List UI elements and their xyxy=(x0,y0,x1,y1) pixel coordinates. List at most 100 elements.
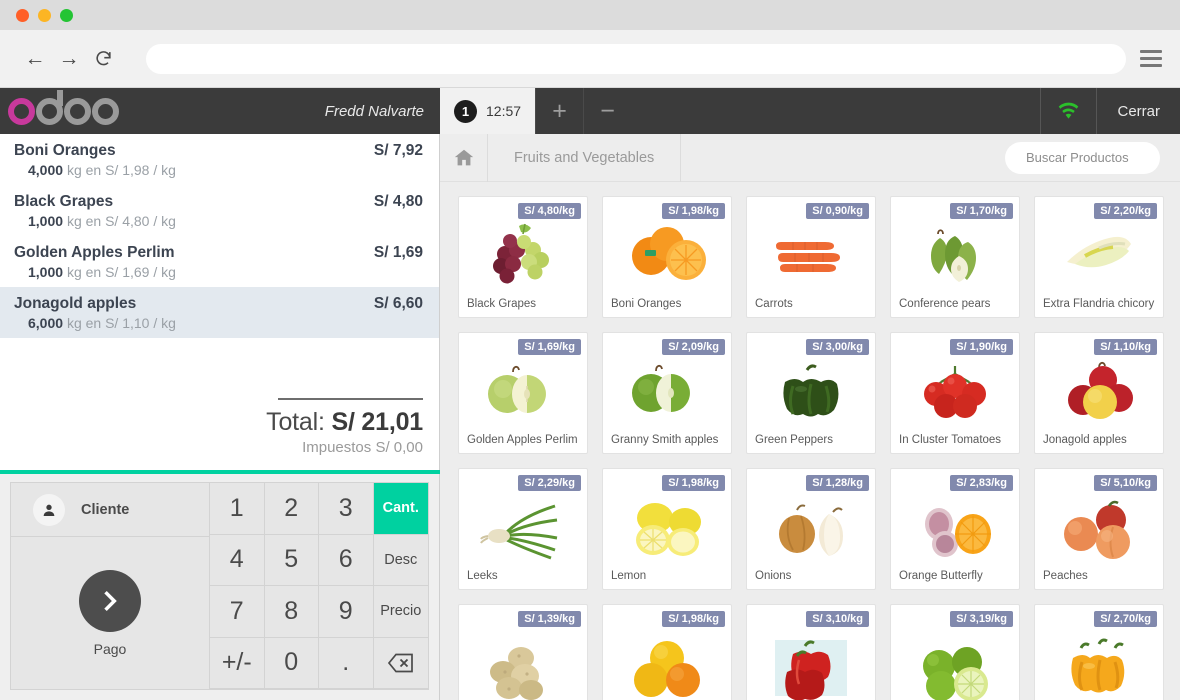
order-line-price: S/ 1,69 xyxy=(373,244,423,261)
payment-button[interactable]: Pago xyxy=(11,537,209,689)
product-name: Orange Butterfly xyxy=(899,570,983,582)
numpad-key-[interactable]: . xyxy=(319,637,374,689)
product-card[interactable]: S/ 2,83/kg Orange Butterfly xyxy=(890,468,1020,590)
order-line[interactable]: Boni Oranges S/ 7,92 4,000 kg en S/ 1,98 /… xyxy=(0,134,439,185)
arrow-left-icon[interactable]: ← xyxy=(18,42,52,76)
product-name: Extra Flandria chicory xyxy=(1043,298,1155,310)
product-name: Carrots xyxy=(755,298,793,310)
product-price-badge: S/ 1,69/kg xyxy=(518,339,581,355)
reload-icon[interactable] xyxy=(86,42,120,76)
numpad-key-8[interactable]: 8 xyxy=(264,586,319,638)
numeric-keypad: 1 2 3 Cant. 4 5 6 Desc 7 8 9 Precio +/- 0. xyxy=(210,482,429,690)
product-search-box[interactable] xyxy=(1005,141,1180,174)
product-name: Leeks xyxy=(467,570,498,582)
product-card[interactable]: S/ 2,09/kg Granny Smith apples xyxy=(602,332,732,454)
product-price-badge: S/ 0,90/kg xyxy=(806,203,869,219)
numpad-key-precio[interactable]: Precio xyxy=(373,586,428,638)
search-input[interactable] xyxy=(1026,150,1180,165)
select-customer-button[interactable]: Cliente xyxy=(11,483,209,537)
product-price-badge: S/ 2,09/kg xyxy=(662,339,725,355)
product-price-badge: S/ 1,98/kg xyxy=(662,475,725,491)
add-order-button[interactable]: + xyxy=(535,88,583,134)
numpad-key-5[interactable]: 5 xyxy=(264,534,319,586)
tax-value: S/ 0,00 xyxy=(375,439,423,456)
product-card[interactable]: S/ 1,90/kg In Cluster Tomatoes xyxy=(890,332,1020,454)
product-card[interactable]: S/ 2,70/kg xyxy=(1034,604,1164,700)
window-close-button[interactable] xyxy=(16,8,29,22)
numpad-key-3[interactable]: 3 xyxy=(319,483,374,535)
product-name: Jonagold apples xyxy=(1043,434,1127,446)
wifi-icon[interactable] xyxy=(1040,88,1096,134)
product-card[interactable]: S/ 1,28/kg Onions xyxy=(746,468,876,590)
product-price-badge: S/ 2,70/kg xyxy=(1094,611,1157,627)
remove-order-button[interactable]: − xyxy=(583,88,631,134)
product-price-badge: S/ 2,29/kg xyxy=(518,475,581,491)
order-tab-1[interactable]: 1 12:57 xyxy=(440,88,536,134)
browser-titlebar xyxy=(0,0,1180,30)
numpad-key-[interactable]: +/- xyxy=(210,637,265,689)
product-card[interactable]: S/ 5,10/kg Peaches xyxy=(1034,468,1164,590)
product-price-badge: S/ 3,00/kg xyxy=(806,339,869,355)
order-line-name: Boni Oranges xyxy=(14,142,116,159)
product-card[interactable]: S/ 1,10/kg Jonagold apples xyxy=(1034,332,1164,454)
product-card[interactable]: S/ 3,10/kg xyxy=(746,604,876,700)
window-minimize-button[interactable] xyxy=(38,8,51,22)
product-name: Black Grapes xyxy=(467,298,537,310)
order-totals: Total: S/ 21,01 Impuestos S/ 0,00 xyxy=(0,386,440,470)
numpad-panel: Cliente Pago 1 2 3 Cant. 4 5 6 Desc 7 8 9 Precio +/-… xyxy=(0,474,440,700)
numpad-key-cant[interactable]: Cant. xyxy=(373,483,428,535)
product-price-badge: S/ 2,83/kg xyxy=(950,475,1013,491)
actions-column: Cliente Pago xyxy=(10,482,210,690)
product-price-badge: S/ 3,19/kg xyxy=(950,611,1013,627)
close-session-button[interactable]: Cerrar xyxy=(1096,88,1180,134)
payment-label: Pago xyxy=(93,640,127,657)
product-card[interactable]: S/ 4,80/kg Black Grapes xyxy=(458,196,588,318)
cashier-name[interactable]: Fredd Nalvarte xyxy=(325,103,424,120)
product-card[interactable]: S/ 1,98/kg Boni Oranges xyxy=(602,196,732,318)
home-icon[interactable] xyxy=(440,133,488,182)
numpad-key-desc[interactable]: Desc xyxy=(373,535,428,586)
breadcrumb-category[interactable]: Fruits and Vegetables xyxy=(488,133,682,182)
tax-row: Impuestos S/ 0,00 xyxy=(0,439,423,456)
product-name: Boni Oranges xyxy=(611,298,682,310)
numpad-key-1[interactable]: 1 xyxy=(210,483,265,535)
backspace-icon[interactable] xyxy=(373,638,428,689)
order-line-name: Jonagold apples xyxy=(14,295,137,312)
order-number-badge: 1 xyxy=(454,99,477,123)
numpad-key-4[interactable]: 4 xyxy=(210,534,265,586)
order-line-price: S/ 6,60 xyxy=(373,295,423,312)
order-line[interactable]: Black Grapes S/ 4,80 1,000 kg en S/ 4,80 /… xyxy=(0,185,439,236)
product-card[interactable]: S/ 2,20/kg Extra Flandria chicory xyxy=(1034,196,1164,318)
product-card[interactable]: S/ 0,90/kg Carrots xyxy=(746,196,876,318)
product-card[interactable]: S/ 2,29/kg Leeks xyxy=(458,468,588,590)
order-line[interactable]: Golden Apples Perlim S/ 1,69 1,000 kg en S… xyxy=(0,236,439,287)
breadcrumb: Fruits and Vegetables xyxy=(440,133,1180,182)
product-card[interactable]: S/ 1,98/kg xyxy=(602,604,732,700)
numpad-key-6[interactable]: 6 xyxy=(319,534,374,586)
browser-toolbar: ← → xyxy=(0,30,1180,88)
product-card[interactable]: S/ 3,19/kg xyxy=(890,604,1020,700)
total-label: Total: xyxy=(266,408,325,436)
hamburger-menu-icon[interactable] xyxy=(1140,50,1162,67)
address-bar[interactable] xyxy=(146,43,1126,74)
logo-letter-d xyxy=(36,89,63,125)
pos-left-topbar: Fredd Nalvarte xyxy=(0,88,440,134)
tax-label: Impuestos xyxy=(302,439,372,456)
product-card[interactable]: S/ 1,70/kg Conference pears xyxy=(890,196,1020,318)
product-price-badge: S/ 4,80/kg xyxy=(518,203,581,219)
product-card[interactable]: S/ 1,69/kg Golden Apples Perlim xyxy=(458,332,588,454)
window-maximize-button[interactable] xyxy=(60,8,73,22)
product-card[interactable]: S/ 1,98/kg Lemon xyxy=(602,468,732,590)
order-line[interactable]: Jonagold apples S/ 6,60 6,000 kg en S/ 1,1… xyxy=(0,287,439,338)
product-card[interactable]: S/ 3,00/kg Green Peppers xyxy=(746,332,876,454)
product-price-badge: S/ 1,39/kg xyxy=(518,611,581,627)
numpad-key-7[interactable]: 7 xyxy=(210,586,265,638)
order-line-detail: 1,000 kg en S/ 4,80 / kg xyxy=(28,213,176,229)
order-line-price: S/ 7,92 xyxy=(373,142,423,159)
odoo-logo[interactable] xyxy=(8,89,120,125)
numpad-key-9[interactable]: 9 xyxy=(319,586,374,638)
arrow-right-icon[interactable]: → xyxy=(52,42,86,76)
numpad-key-2[interactable]: 2 xyxy=(264,483,319,535)
numpad-key-0[interactable]: 0 xyxy=(264,637,319,689)
product-card[interactable]: S/ 1,39/kg xyxy=(458,604,588,700)
